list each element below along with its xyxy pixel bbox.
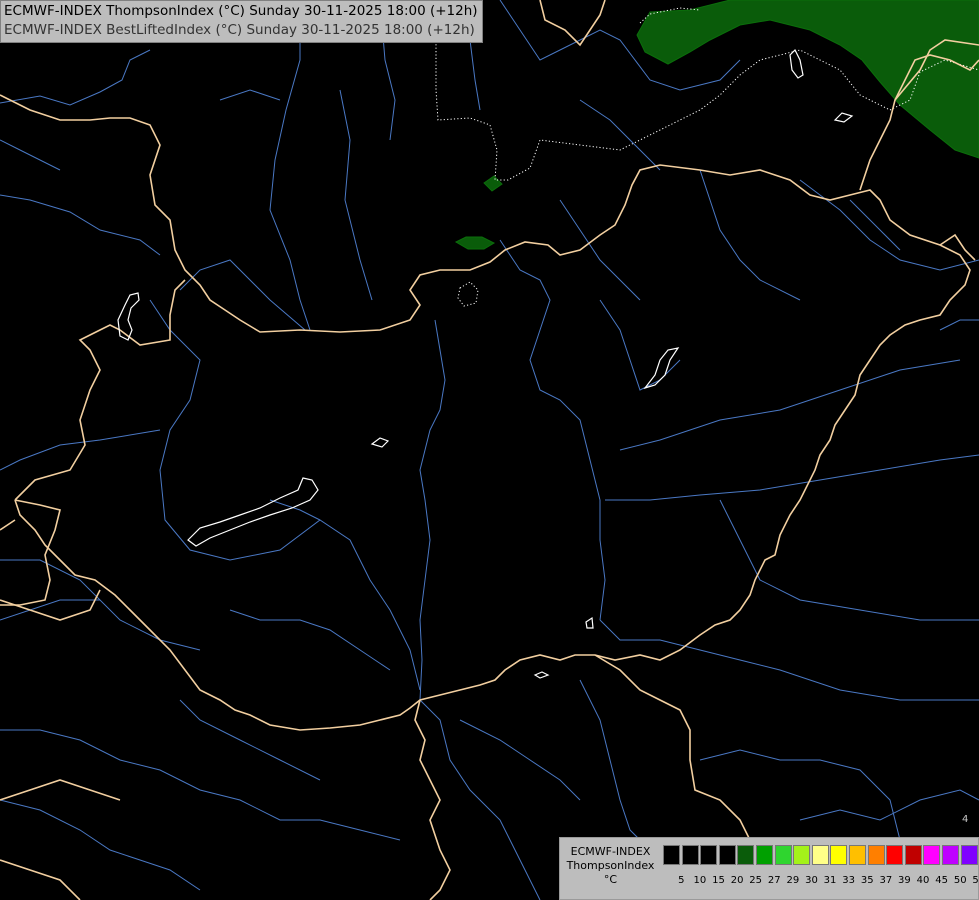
legend-swatch [718,845,736,865]
title-line-thompson: ECMWF-INDEX ThompsonIndex (°C) Sunday 30… [4,3,478,19]
legend-swatch [811,845,829,865]
legend-swatch [960,845,978,865]
weather-map: 4 [0,0,979,900]
legend-tick-label: 20 [730,875,744,886]
map-labels: 4 [962,814,968,825]
legend-swatch [774,845,792,865]
legend-swatch [848,845,866,865]
legend-tick-label: 50 [953,875,967,886]
legend-tick-label: 35 [860,875,874,886]
legend-model: ECMWF-INDEX [570,845,651,858]
legend-swatch [793,845,811,865]
legend-tick-label: 25 [749,875,763,886]
legend-unit: °C [603,873,618,886]
legend-swatch [886,845,904,865]
legend-tick-label: 30 [805,875,818,886]
legend-label: ECMWF-INDEX ThompsonIndex °C [560,845,661,887]
legend-tick-label: 31 [823,875,837,886]
legend-tick-label: 27 [767,875,781,886]
legend-swatch [923,845,941,865]
legend-swatches [663,845,979,865]
map-title: ECMWF-INDEX ThompsonIndex (°C) Sunday 30… [0,0,483,43]
legend-tick-label: 45 [935,875,948,886]
legend-swatch [663,845,680,865]
legend-tick-label: 10 [693,875,707,886]
legend-swatch [830,845,848,865]
legend-swatch [681,845,699,865]
legend-tick-label: 29 [786,875,800,886]
legend-tick-label: 5 [678,875,685,886]
legend-parameter: ThompsonIndex [566,859,655,872]
legend-swatch [904,845,922,865]
legend-swatch [755,845,773,865]
legend-ticks: 51015202527293031333537394045505560 [672,875,979,886]
legend-tick-label: 40 [916,875,930,886]
color-legend: ECMWF-INDEX ThompsonIndex °C 5 10 15 20 25 27… [559,837,979,900]
legend-tick-label: 55 [972,875,979,886]
legend-tick-label: 37 [879,875,893,886]
legend-tick-label: 39 [898,875,911,886]
title-line-best-lifted: ECMWF-INDEX BestLiftedIndex (°C) Sunday … [4,22,475,38]
legend-tick-label: 33 [842,875,855,886]
legend-swatch [867,845,885,865]
legend-swatch [941,845,959,865]
legend-swatch [700,845,718,865]
legend-swatch [737,845,755,865]
legend-tick-label: 15 [712,875,725,886]
map-marker-label: 4 [962,814,968,825]
